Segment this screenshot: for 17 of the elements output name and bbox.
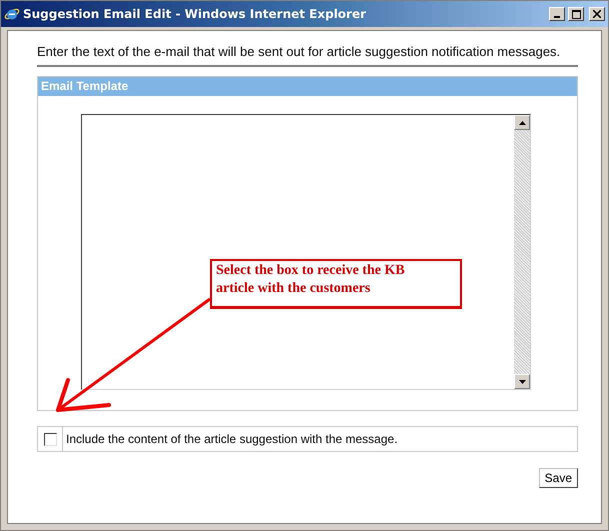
instruction-text: Enter the text of the e-mail that will be sent out for article suggestion notification messages. bbox=[37, 44, 578, 67]
close-icon bbox=[593, 10, 601, 18]
window-title: Suggestion Email Edit - Windows Internet Explorer bbox=[23, 7, 368, 21]
close-button[interactable] bbox=[589, 7, 605, 21]
option-label: Include the content of the article suggestion with the message. bbox=[66, 432, 398, 446]
scrollbar[interactable] bbox=[514, 115, 530, 389]
scroll-up-icon[interactable] bbox=[514, 115, 530, 130]
template-text-area[interactable] bbox=[81, 114, 531, 390]
maximize-button[interactable] bbox=[568, 7, 584, 21]
browser-logo-icon bbox=[4, 6, 20, 22]
annotation-callout: Select the box to receive the KB article with the customers bbox=[210, 259, 462, 309]
scroll-down-icon[interactable] bbox=[514, 374, 530, 389]
maximize-icon bbox=[572, 10, 580, 18]
minimize-button[interactable] bbox=[549, 7, 565, 21]
save-button[interactable]: Save bbox=[538, 468, 578, 488]
include-checkbox[interactable] bbox=[44, 432, 56, 446]
panel-header: Email Template bbox=[38, 77, 577, 96]
